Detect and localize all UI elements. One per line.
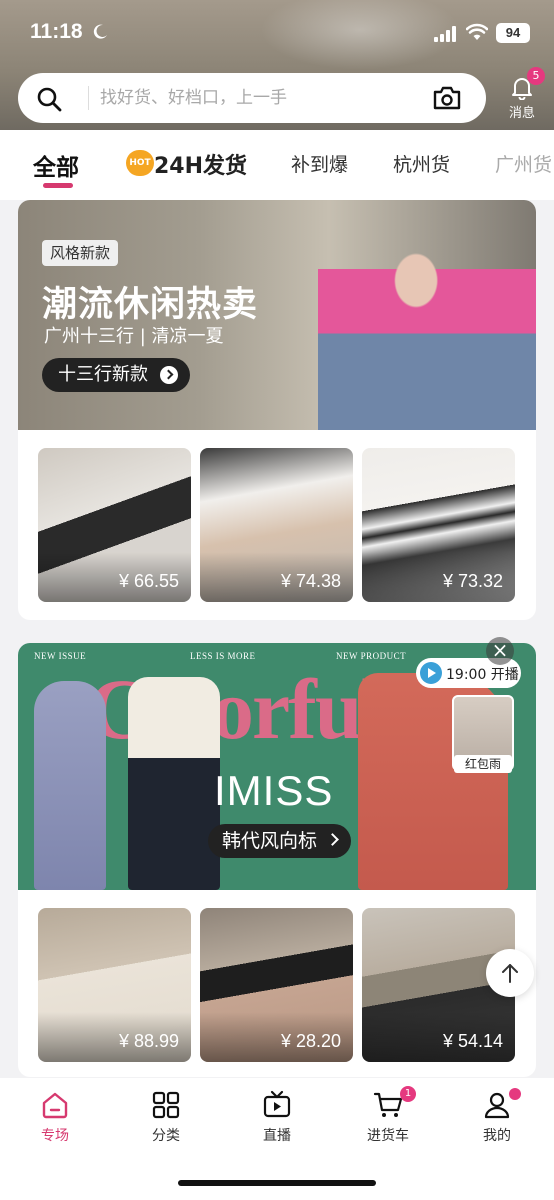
cart-count-badge: 1 [400, 1086, 416, 1102]
battery-indicator: 94 [496, 23, 530, 43]
active-tab-indicator [43, 183, 73, 188]
tv-icon [263, 1090, 291, 1118]
tab-restock[interactable]: 补到爆 [291, 150, 348, 177]
product-card[interactable]: ¥ 88.99 [38, 908, 191, 1062]
search-icon[interactable] [36, 86, 62, 112]
banner-dress-photo [34, 681, 106, 890]
banner-imiss[interactable]: Colorful NEW ISSUE LESS IS MORE NEW PROD… [18, 643, 536, 890]
product-price: ¥ 88.99 [118, 1031, 179, 1051]
home-indicator [178, 1180, 376, 1186]
product-price: ¥ 73.32 [442, 571, 503, 591]
moon-icon [93, 24, 107, 39]
search-divider [88, 86, 89, 110]
product-card[interactable]: ¥ 73.32 [362, 448, 515, 602]
nav-profile-label: 我的 [483, 1128, 511, 1144]
nav-home[interactable]: 专场 [15, 1088, 95, 1150]
banner-label-new-issue: NEW ISSUE [34, 651, 87, 661]
banner-title: 潮流休闲热卖 [42, 285, 259, 325]
nav-live-label: 直播 [263, 1128, 291, 1144]
banner-subtitle: 广州十三行 | 清凉一夏 [44, 326, 224, 347]
feature-card-trendy: 风格新款 潮流休闲热卖 广州十三行 | 清凉一夏 十三行新款 ¥ 66.55 ¥… [18, 200, 536, 620]
chevron-right-icon [160, 366, 178, 384]
status-time: 11:18 [30, 20, 83, 43]
banner-model-photo [318, 200, 536, 430]
banner-trendy[interactable]: 风格新款 潮流休闲热卖 广州十三行 | 清凉一夏 十三行新款 [18, 200, 536, 430]
search-bar[interactable] [18, 73, 486, 123]
product-row: ¥ 66.55 ¥ 74.38 ¥ 73.32 [38, 448, 516, 602]
nav-cart-label: 进货车 [367, 1128, 409, 1144]
nav-profile[interactable]: 我的 [457, 1088, 537, 1150]
nav-categories[interactable]: 分类 [126, 1088, 206, 1150]
signal-icon [434, 26, 456, 42]
banner-outfit-photo [128, 677, 220, 890]
user-icon [484, 1092, 510, 1119]
chevron-right-icon [326, 833, 339, 846]
product-price: ¥ 66.55 [118, 571, 179, 591]
new-arrivals-button[interactable]: 十三行新款 [42, 358, 190, 392]
cart-icon [373, 1092, 403, 1117]
grid-icon [152, 1091, 180, 1119]
arrow-up-icon [502, 964, 518, 983]
message-count-badge: 5 [527, 67, 545, 85]
nav-home-label: 专场 [41, 1128, 69, 1144]
brand-title: IMISS [214, 767, 334, 814]
tab-24h-shipping[interactable]: 24H发货 [154, 148, 247, 180]
product-price: ¥ 54.14 [442, 1031, 503, 1051]
nav-live[interactable]: 直播 [237, 1088, 317, 1150]
live-start-time: 19:00 开播 [446, 667, 519, 683]
product-price: ¥ 74.38 [280, 571, 341, 591]
tab-all[interactable]: 全部 [33, 148, 79, 182]
nav-cart[interactable]: 1 进货车 [348, 1086, 428, 1150]
product-card[interactable]: ¥ 74.38 [200, 448, 353, 602]
new-arrivals-label: 十三行新款 [58, 364, 148, 385]
wifi-icon [466, 23, 488, 40]
notification-dot [509, 1088, 521, 1100]
category-tab-strip: 全部 HOT 24H发货 补到爆 杭州货 广州货 [0, 130, 554, 200]
product-card[interactable]: ¥ 66.55 [38, 448, 191, 602]
product-card[interactable]: ¥ 28.20 [200, 908, 353, 1062]
status-bar: 11:18 94 [0, 0, 554, 66]
scroll-to-top-button[interactable] [486, 949, 534, 997]
camera-icon[interactable] [432, 85, 462, 111]
korean-trend-label: 韩代风向标 [222, 830, 318, 852]
product-row: ¥ 88.99 ¥ 28.20 ¥ 54.14 [38, 908, 516, 1062]
messages-button[interactable]: 5 消息 [500, 67, 545, 124]
feature-card-imiss: Colorful NEW ISSUE LESS IS MORE NEW PROD… [18, 643, 536, 1077]
banner-label-less-is-more: LESS IS MORE [190, 651, 256, 661]
messages-label: 消息 [508, 106, 535, 121]
search-input[interactable] [100, 83, 430, 113]
nav-categories-label: 分类 [152, 1128, 180, 1144]
banner-label-new-product: NEW PRODUCT [336, 651, 407, 661]
style-tag: 风格新款 [42, 240, 119, 266]
tab-hangzhou[interactable]: 杭州货 [393, 150, 450, 177]
korean-trend-button[interactable]: 韩代风向标 [208, 824, 352, 858]
red-packet-label[interactable]: 红包雨 [454, 755, 512, 773]
hot-badge: HOT [126, 150, 154, 176]
tab-guangzhou[interactable]: 广州货 [495, 150, 552, 177]
home-icon [42, 1092, 68, 1119]
top-header: 11:18 94 5 [0, 0, 554, 130]
close-live-icon[interactable]: × [486, 637, 514, 665]
product-price: ¥ 28.20 [280, 1031, 341, 1051]
play-icon [420, 662, 442, 684]
